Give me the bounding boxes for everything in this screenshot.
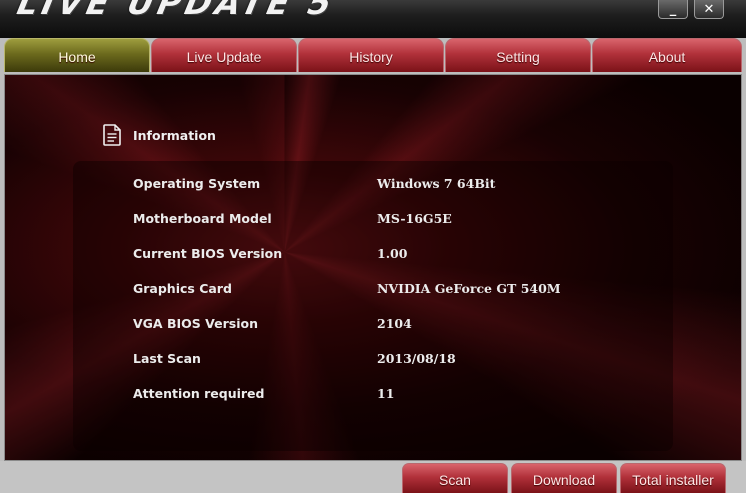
tab-home[interactable]: Home [4,38,150,72]
app-title: LIVE UPDATE 5 [13,0,339,22]
close-button[interactable]: ✕ [694,0,724,19]
info-value: Windows 7 64Bit [377,176,496,191]
info-row-motherboard-model: Motherboard Model MS-16G5E [133,211,653,231]
document-icon [103,124,121,146]
scan-button[interactable]: Scan [402,463,508,493]
info-row-graphics-card: Graphics Card NVIDIA GeForce GT 540M [133,281,653,301]
information-header: Information [101,123,216,147]
info-label: VGA BIOS Version [133,316,258,331]
information-title: Information [133,127,216,143]
info-row-last-scan: Last Scan 2013/08/18 [133,351,653,371]
tab-history[interactable]: History [298,38,444,72]
tab-about[interactable]: About [592,38,742,72]
info-label: Last Scan [133,351,201,366]
info-value: 11 [377,386,395,401]
info-label: Operating System [133,176,261,191]
info-label: Graphics Card [133,281,232,296]
home-panel: Information Operating System Windows 7 6… [4,74,742,461]
info-box [73,161,673,451]
minimize-button[interactable]: _ [658,0,688,19]
info-value: 1.00 [377,246,408,261]
download-button[interactable]: Download [511,463,617,493]
info-value: 2104 [377,316,412,331]
info-value: 2013/08/18 [377,351,456,366]
info-label: Motherboard Model [133,211,272,226]
title-bar: LIVE UPDATE 5 _ ✕ [0,0,746,38]
info-row-attention-required: Attention required 11 [133,386,653,406]
info-value: NVIDIA GeForce GT 540M [377,281,561,296]
info-label: Current BIOS Version [133,246,283,261]
info-value: MS-16G5E [377,211,452,226]
tab-bar: Home Live Update History Setting About [4,38,746,74]
info-row-vga-bios-version: VGA BIOS Version 2104 [133,316,653,336]
total-installer-button[interactable]: Total installer [620,463,726,493]
info-label: Attention required [133,386,265,401]
info-row-current-bios-version: Current BIOS Version 1.00 [133,246,653,266]
tab-live-update[interactable]: Live Update [151,38,297,72]
info-row-operating-system: Operating System Windows 7 64Bit [133,176,653,196]
tab-setting[interactable]: Setting [445,38,591,72]
